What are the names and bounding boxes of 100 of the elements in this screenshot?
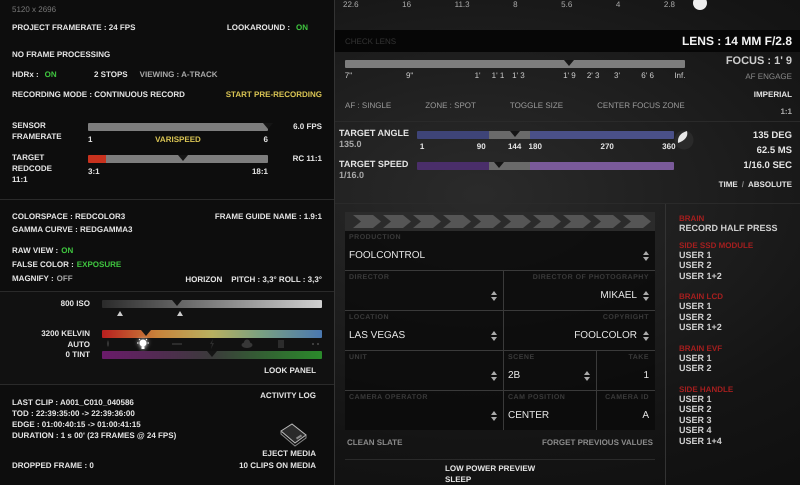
focus-tick-label: 1' xyxy=(474,71,481,80)
field-value: MIKAEL xyxy=(600,290,637,301)
button-assignment-item[interactable]: USER 4 xyxy=(679,425,800,436)
forget-values-button[interactable]: FORGET PREVIOUS VALUES xyxy=(542,438,653,447)
project-framerate-text: PROJECT FRAMERATE : 24 FPS xyxy=(12,23,136,32)
eject-media-button[interactable]: EJECT MEDIA xyxy=(12,449,322,458)
focus-tick-label: 1' 1 xyxy=(492,71,504,80)
button-assignment-item[interactable]: USER 2 xyxy=(679,312,800,322)
hdrx-stops-text: 2 STOPS xyxy=(94,70,128,79)
shutter-reading: 62.5 MS xyxy=(756,144,792,158)
lookaround-value: ON xyxy=(296,23,308,32)
look-panel-button[interactable]: LOOK PANEL xyxy=(12,366,322,375)
button-assignment-item[interactable]: USER 3 xyxy=(679,414,800,425)
focus-option-button[interactable]: ZONE : SPOT xyxy=(425,101,476,110)
button-assignment-item[interactable]: USER 1 xyxy=(679,394,800,404)
focus-option-button[interactable]: TOGGLE SIZE xyxy=(510,101,564,110)
slider-thumb[interactable] xyxy=(510,131,520,137)
aperture-label: 8 xyxy=(513,0,518,9)
lens-text: LENS : 14 MM F/2.8 xyxy=(682,34,792,48)
slider-label: 800 ISO xyxy=(60,299,90,308)
magnify-label: MAGNIFY : xyxy=(12,273,54,285)
stepper-icon[interactable] xyxy=(491,330,497,340)
hdrx-label: HDRx : xyxy=(12,70,39,79)
button-assignment-item[interactable]: USER 2 xyxy=(679,404,800,414)
field-value: LAS VEGAS xyxy=(349,330,406,341)
slider-label: SENSOR FRAMERATE xyxy=(12,120,63,142)
false-color-value: EXPOSURE xyxy=(76,259,122,271)
clip-info-text: LAST CLIP : A001_C010_040586 xyxy=(12,397,135,408)
field-value: 1 xyxy=(643,370,649,381)
slider-sublabel: 11:1 xyxy=(12,174,29,185)
button-assignment-item[interactable]: RECORD HALF PRESS xyxy=(679,223,800,234)
slider-label: TARGET REDCODE xyxy=(12,152,54,174)
focus-tick-label: 1' 9 xyxy=(563,71,576,80)
stepper-icon[interactable] xyxy=(584,370,590,380)
speed-label: TARGET SPEED xyxy=(339,159,410,170)
shutter-reading: 135 DEG xyxy=(752,129,792,143)
slider-thumb[interactable] xyxy=(564,60,574,66)
activity-log-button[interactable]: ACTIVITY LOG xyxy=(12,391,322,400)
absolute-mode-button[interactable]: ABSOLUTE xyxy=(748,177,792,192)
slider-label: 0 TINT xyxy=(64,350,90,359)
slider-thumb[interactable] xyxy=(494,162,504,168)
button-assignment-item[interactable]: USER 2 xyxy=(679,363,800,374)
button-assignment-item[interactable]: USER 1+4 xyxy=(679,436,800,446)
slider-thumb[interactable] xyxy=(263,123,273,129)
stepper-icon[interactable] xyxy=(491,410,497,420)
marker-icon xyxy=(176,311,183,316)
tick-label: 6 xyxy=(264,135,268,144)
resolution-text: 5120 x 2696 xyxy=(12,5,58,14)
button-assignment-item[interactable]: USER 1 xyxy=(679,352,800,363)
angle-tick-label: 180 xyxy=(528,142,542,151)
af-engage-button[interactable]: AF ENGAGE xyxy=(745,72,792,81)
marker-icon xyxy=(117,311,124,316)
slider-thumb[interactable] xyxy=(207,350,217,356)
hdrx-value: ON xyxy=(44,70,57,79)
aperture-label: 4 xyxy=(616,0,620,9)
false-color-label: FALSE COLOR : xyxy=(12,259,74,271)
button-assignment-item[interactable]: USER 2 xyxy=(679,260,800,270)
shutter-icon xyxy=(674,130,694,150)
clean-slate-button[interactable]: CLEAN SLATE xyxy=(347,438,402,447)
slider-reading: 6.0 FPS xyxy=(292,121,322,131)
button-group-title: SIDE SSD MODULE xyxy=(679,240,754,250)
tick-label: 18:1 xyxy=(252,167,268,176)
button-assignment-item[interactable]: USER 1 xyxy=(679,250,800,260)
stepper-icon[interactable] xyxy=(643,330,649,340)
focus-option-button[interactable]: CENTER FOCUS ZONE xyxy=(597,101,685,110)
power-option-button[interactable]: SLEEP xyxy=(445,474,655,485)
button-assignment-item[interactable]: USER 1+2 xyxy=(679,322,800,332)
focus-tick-label: Inf. xyxy=(674,71,686,80)
stepper-icon[interactable] xyxy=(491,370,497,380)
slider-thumb[interactable] xyxy=(172,300,182,306)
units-button[interactable]: IMPERIAL xyxy=(754,90,792,99)
button-group-title: BRAIN xyxy=(679,214,706,223)
tick-label: 1 xyxy=(88,135,92,144)
lookaround-label: LOOKAROUND : xyxy=(226,23,290,32)
focus-tick-label: 1' 3 xyxy=(512,71,525,80)
tick-label: 3:1 xyxy=(88,167,100,176)
button-assignment-item[interactable]: USER 1 xyxy=(679,301,800,312)
angle-tick-label: 270 xyxy=(600,142,614,151)
time-mode-button[interactable]: TIME xyxy=(718,177,738,192)
focus-option-button[interactable]: AF : SINGLE xyxy=(345,101,392,110)
angle-label: TARGET ANGLE xyxy=(339,128,410,139)
raw-view-value: ON xyxy=(61,245,74,257)
clip-info-text: EDGE : 01:00:40:15 -> 01:00:41:15 xyxy=(12,419,142,430)
slider-thumb[interactable] xyxy=(141,330,151,336)
stepper-icon[interactable] xyxy=(643,250,649,260)
shutter-reading: 1/16.0 SEC xyxy=(743,159,792,173)
stepper-icon[interactable] xyxy=(491,290,497,300)
focus-tick-label: 3' xyxy=(614,71,620,80)
field-value: A xyxy=(642,410,649,421)
clips-count-text: 10 CLIPS ON MEDIA xyxy=(239,461,316,470)
button-assignment-item[interactable]: USER 1+2 xyxy=(679,270,800,281)
pre-record-button[interactable]: START PRE-RECORDING xyxy=(226,90,322,99)
media-card-icon[interactable] xyxy=(278,423,308,447)
sun-icon[interactable] xyxy=(136,338,149,350)
slider-label: 3200 KELVIN xyxy=(40,329,90,338)
power-option-button[interactable]: LOW POWER PREVIEW xyxy=(445,463,655,474)
clip-info-text: TOD : 22:39:35:00 -> 22:39:36:00 xyxy=(12,408,136,419)
slider-thumb[interactable] xyxy=(178,155,188,161)
stepper-icon[interactable] xyxy=(643,290,649,300)
varispeed-label: VARISPEED xyxy=(155,135,201,144)
